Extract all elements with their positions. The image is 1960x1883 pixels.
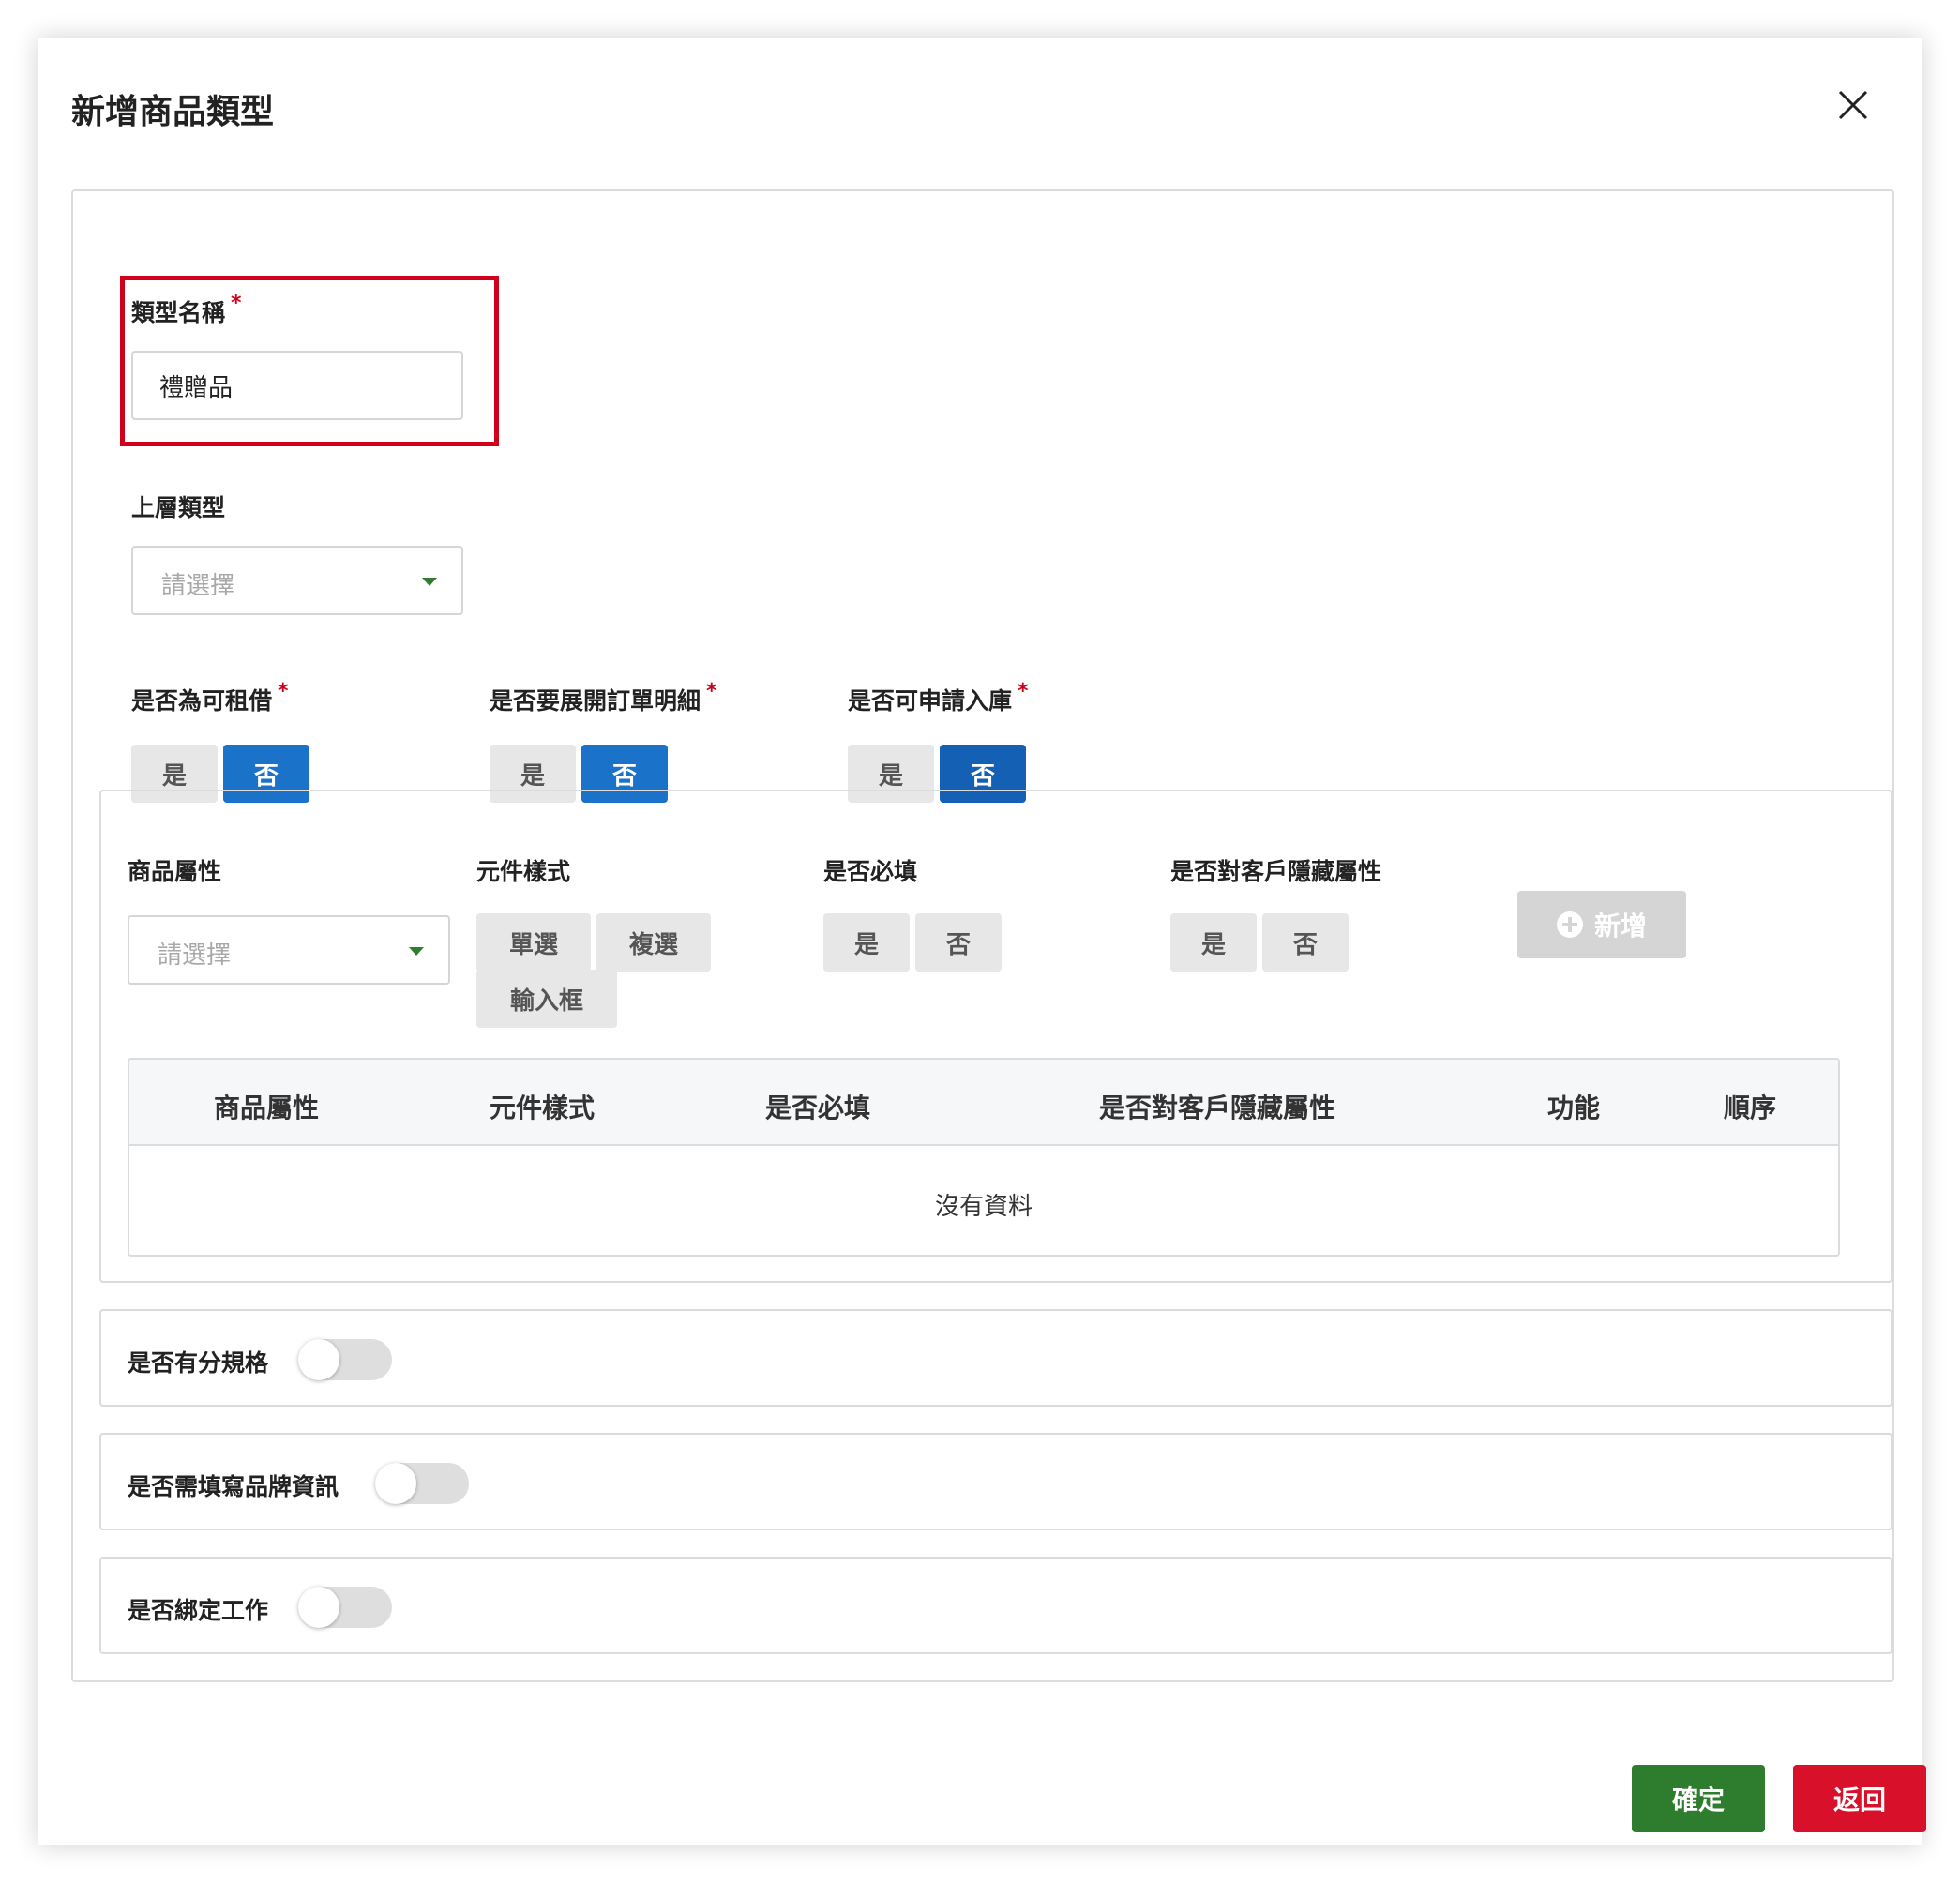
component-input-button[interactable]: 輸入框 [476,970,617,1028]
add-attribute-button[interactable]: 新增 [1517,891,1686,958]
toggle-row-specs: 是否有分規格 [99,1309,1892,1407]
add-product-type-modal: 新增商品類型 類型名稱* 上層類型 請選擇 是否為可租借* 是 否 是否要展開訂… [38,38,1926,1845]
toggle-knob [375,1463,416,1504]
hide-from-customer-label: 是否對客戶隱藏屬性 [1170,858,1382,885]
parent-type-select[interactable]: 請選擇 [131,546,463,615]
parent-type-label: 上層類型 [131,494,226,521]
table-header: 商品屬性 元件樣式 是否必填 是否對客戶隱藏屬性 功能 順序 [129,1060,1838,1146]
plus-circle-icon [1556,911,1583,938]
column-header: 是否對客戶隱藏屬性 [1099,1092,1336,1123]
hidden-no-button[interactable]: 否 [1262,913,1349,972]
toggle-row-brand: 是否需填寫品牌資訊 [99,1433,1892,1530]
attr-label: 商品屬性 [128,858,222,885]
column-header: 是否必填 [765,1092,871,1123]
back-button[interactable]: 返回 [1793,1765,1926,1832]
column-header: 功能 [1547,1092,1601,1123]
attribute-table: 商品屬性 元件樣式 是否必填 是否對客戶隱藏屬性 功能 順序 沒有資料 [128,1058,1840,1257]
close-icon[interactable] [1831,83,1876,128]
chevron-down-icon [409,947,424,956]
column-header: 順序 [1724,1092,1777,1123]
column-header: 商品屬性 [214,1092,320,1123]
type-name-label: 類型名稱 * [131,292,242,326]
parent-type-placeholder: 請選擇 [161,572,235,600]
apply-stock-in-label: 是否可申請入庫 * [848,680,1029,715]
required-mark: * [706,680,717,703]
toggle-row-job: 是否綁定工作 [99,1557,1892,1654]
specs-toggle[interactable] [298,1339,392,1380]
component-single-button[interactable]: 單選 [476,913,591,972]
toggle-label: 是否有分規格 [128,1349,269,1377]
type-name-input[interactable] [131,351,463,420]
attribute-select[interactable]: 請選擇 [128,915,450,985]
rentable-label: 是否為可租借 * [131,680,289,715]
required-mark: * [1018,680,1029,703]
required-no-button[interactable]: 否 [915,913,1002,972]
component-style-label: 元件樣式 [476,858,571,885]
expand-order-detail-label: 是否要展開訂單明細 * [490,680,717,715]
toggle-label: 是否綁定工作 [128,1597,269,1624]
required-yes-button[interactable]: 是 [823,913,910,972]
attribute-panel: 商品屬性 請選擇 元件樣式 單選 複選 輸入框 是否必填 是 否 是否對客戶隱藏… [99,790,1892,1283]
toggle-knob [298,1339,339,1380]
component-multiple-button[interactable]: 複選 [596,913,711,972]
chevron-down-icon [422,578,437,586]
attribute-placeholder: 請選擇 [158,942,232,970]
required-mark: * [231,292,242,315]
hidden-yes-button[interactable]: 是 [1170,913,1257,972]
column-header: 元件樣式 [490,1092,596,1123]
modal-title: 新增商品類型 [71,93,275,131]
bind-job-toggle[interactable] [298,1587,392,1628]
confirm-button[interactable]: 確定 [1632,1765,1765,1832]
add-button-label: 新增 [1593,911,1647,942]
empty-state-text: 沒有資料 [934,1193,1033,1221]
toggle-knob [298,1587,339,1628]
is-required-label: 是否必填 [823,858,918,885]
required-mark: * [278,680,289,703]
toggle-label: 是否需填寫品牌資訊 [128,1473,339,1500]
brand-info-toggle[interactable] [375,1463,469,1504]
